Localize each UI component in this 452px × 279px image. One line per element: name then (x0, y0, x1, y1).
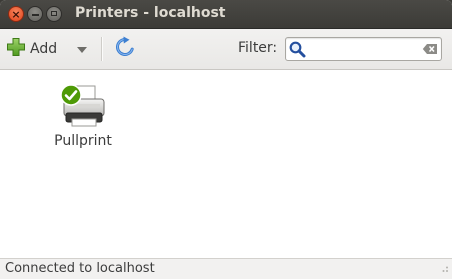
title-bar[interactable]: × Printers - localhost (0, 0, 452, 29)
add-button-label: Add (30, 41, 58, 57)
printer-list[interactable]: Pullprint (0, 70, 452, 258)
toolbar: Add Filter: (0, 29, 452, 70)
add-dropdown-button[interactable] (74, 35, 90, 63)
default-check-icon (60, 80, 82, 106)
search-icon (289, 41, 306, 62)
filter-input[interactable] (308, 40, 416, 58)
add-printer-button[interactable]: Add (6, 35, 68, 63)
clear-icon[interactable] (422, 43, 438, 59)
refresh-button[interactable] (112, 36, 138, 62)
printer-item-pullprint[interactable]: Pullprint (42, 78, 124, 158)
chevron-down-icon (77, 42, 87, 57)
toolbar-separator (101, 37, 103, 61)
filter-label: Filter: (238, 40, 278, 56)
close-window-button[interactable]: × (8, 6, 24, 22)
resize-grip-icon[interactable] (439, 262, 449, 277)
minimize-icon (31, 14, 39, 16)
refresh-icon (114, 36, 136, 62)
printer-name: Pullprint (54, 133, 112, 149)
maximize-icon (51, 11, 57, 16)
close-icon: × (11, 8, 21, 21)
connection-status: Connected to localhost (5, 261, 155, 276)
status-bar: Connected to localhost (0, 258, 452, 279)
minimize-window-button[interactable] (27, 6, 43, 22)
filter-field[interactable] (285, 37, 442, 61)
maximize-window-button[interactable] (46, 6, 62, 22)
window-title: Printers - localhost (75, 5, 226, 21)
printers-window: × Printers - localhost Add Filter: Pullp… (0, 0, 452, 279)
plus-icon (6, 37, 30, 61)
